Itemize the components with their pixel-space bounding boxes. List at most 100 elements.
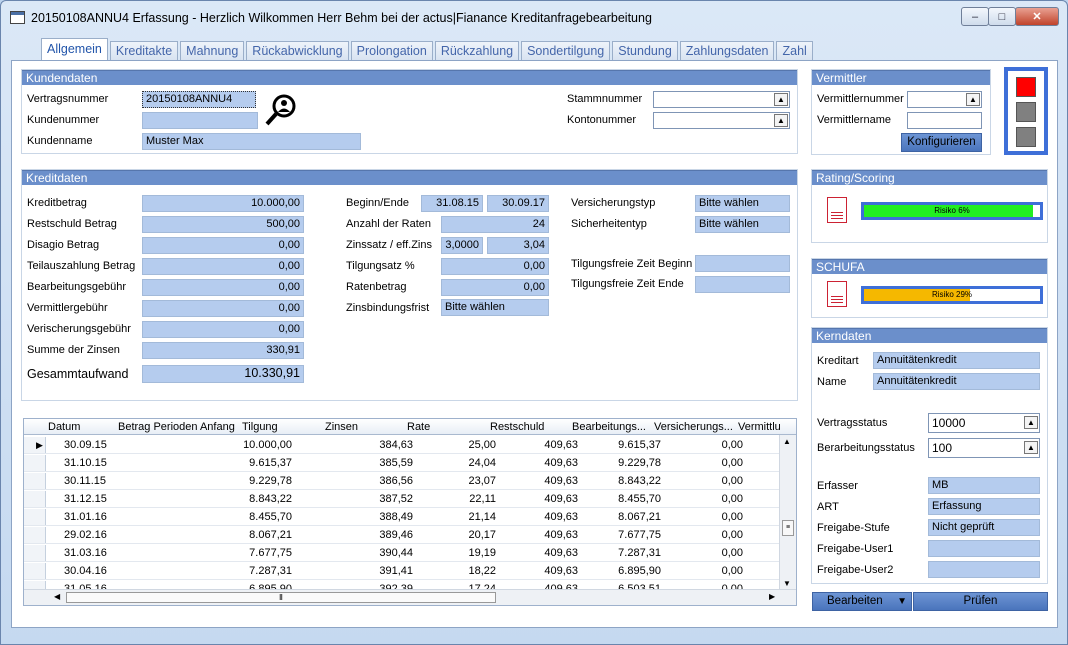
vermittlername-field[interactable] (907, 112, 982, 129)
table-cell: 24,04 (468, 457, 496, 469)
status-square-gray[interactable] (1016, 102, 1036, 122)
kredit-field[interactable]: 330,91 (142, 342, 304, 359)
kredit-field[interactable]: 0,00 (142, 321, 304, 338)
tab-zahlungsdaten[interactable]: Zahlungsdaten (679, 41, 775, 60)
konfigurieren-button[interactable]: Konfigurieren (901, 133, 982, 152)
table-row[interactable]: 31.01.16 8.455,70 388,49 21,14 409,63 8.067,2… (24, 509, 781, 526)
zinssatz-field[interactable]: 3,0000 (441, 237, 483, 254)
table-row[interactable]: 31.12.15 8.843,22 387,52 22,11 409,63 8.455,7… (24, 491, 781, 508)
grid-column-header[interactable]: Vermittlu (738, 421, 780, 433)
stammnummer-field[interactable]: ▲ (653, 91, 790, 108)
sicherheitentyp-select[interactable]: Bitte wählen (695, 216, 790, 233)
erfasser-field[interactable]: MB (928, 477, 1040, 494)
kontonummer-field[interactable]: ▲ (653, 112, 790, 129)
vermittlernummer-label: Vermittlernummer (817, 93, 904, 105)
scroll-thumb[interactable]: ≡ (782, 520, 794, 536)
freigabe-user1-field[interactable] (928, 540, 1040, 557)
grid-column-header[interactable]: Bearbeitungs... (572, 421, 652, 433)
status-square-gray[interactable] (1016, 127, 1036, 147)
kredit-field[interactable]: 10.000,00 (142, 195, 304, 212)
tab-kreditakte[interactable]: Kreditakte (109, 41, 179, 60)
art-field[interactable]: Erfassung (928, 498, 1040, 515)
kreditart-field[interactable]: Annuitätenkredit (873, 352, 1040, 369)
freigabe-stufe-field[interactable]: Nicht geprüft (928, 519, 1040, 536)
freigabe-user1-label: Freigabe-User1 (817, 543, 894, 555)
grid-column-header[interactable]: Zinsen (325, 421, 405, 433)
grid-column-header[interactable]: Datum (48, 421, 116, 433)
grid-column-header[interactable]: Tilgung (242, 421, 322, 433)
up-arrow-icon[interactable]: ▲ (966, 93, 980, 106)
vertragsnummer-field[interactable]: 20150108ANNU4 (142, 91, 256, 108)
table-row[interactable]: 30.11.15 9.229,78 386,56 23,07 409,63 8.843,2… (24, 473, 781, 490)
tab-prolongation[interactable]: Prolongation (350, 41, 433, 60)
pruefen-button[interactable]: Prüfen (913, 592, 1048, 611)
tab-rückzahlung[interactable]: Rückzahlung (434, 41, 520, 60)
table-row[interactable]: 31.03.16 7.677,75 390,44 19,19 409,63 7.287,3… (24, 545, 781, 562)
scroll-thumb[interactable]: Ⅱ (66, 592, 496, 603)
tfz-ende-field[interactable] (695, 276, 790, 293)
tfz-beginn-field[interactable] (695, 255, 790, 272)
horizontal-scrollbar[interactable]: ◀ Ⅱ ▶ (24, 589, 796, 605)
customer-search-icon[interactable] (265, 93, 299, 127)
table-row[interactable]: 31.10.15 9.615,37 385,59 24,04 409,63 9.229,7… (24, 455, 781, 472)
name-field[interactable]: Annuitätenkredit (873, 373, 1040, 390)
title-bar: 20150108ANNU4 Erfassung - Herzlich Wilko… (1, 1, 1067, 35)
bearbeitungsstatus-field[interactable]: 100 ▲ (928, 438, 1040, 458)
tab-zahl[interactable]: Zahl (776, 41, 813, 60)
grid-column-header[interactable]: Rate (407, 421, 487, 433)
table-cell: 10.000,00 (243, 439, 292, 451)
kredit-field[interactable]: 500,00 (142, 216, 304, 233)
document-icon[interactable] (827, 281, 847, 307)
document-icon[interactable] (827, 197, 847, 223)
status-square-red[interactable] (1016, 77, 1036, 97)
tilgungsatz-field[interactable]: 0,00 (441, 258, 549, 275)
table-row[interactable]: 29.02.16 8.067,21 389,46 20,17 409,63 7.677,7… (24, 527, 781, 544)
minimize-icon[interactable]: – (961, 7, 989, 26)
maximize-icon[interactable]: □ (988, 7, 1016, 26)
scroll-left-icon[interactable]: ◀ (54, 592, 60, 601)
gesamtaufwand-field[interactable]: 10.330,91 (142, 365, 304, 383)
scroll-down-icon[interactable]: ▼ (783, 579, 791, 588)
vertical-scrollbar[interactable]: ▲ ≡ ▼ (779, 435, 796, 590)
scroll-up-icon[interactable]: ▲ (783, 437, 791, 446)
raten-field[interactable]: 24 (441, 216, 549, 233)
grid-column-header[interactable]: Versicherungs... (654, 421, 736, 433)
tab-rückabwicklung[interactable]: Rückabwicklung (246, 41, 349, 60)
close-icon[interactable]: ✕ (1015, 7, 1059, 26)
versicherungstyp-select[interactable]: Bitte wählen (695, 195, 790, 212)
kundenname-field[interactable]: Muster Max (142, 133, 361, 150)
tab-sondertilgung[interactable]: Sondertilgung (521, 41, 611, 60)
table-row[interactable]: 30.04.16 7.287,31 391,41 18,22 409,63 6.895,9… (24, 563, 781, 580)
tab-allgemein[interactable]: Allgemein (41, 38, 108, 60)
kredit-field[interactable]: 0,00 (142, 300, 304, 317)
tab-stundung[interactable]: Stundung (612, 41, 678, 60)
beginn-field[interactable]: 31.08.15 (421, 195, 483, 212)
up-arrow-icon[interactable]: ▲ (1024, 416, 1038, 429)
grid-column-header[interactable]: Betrag Perioden Anfang (118, 421, 240, 433)
effzins-field[interactable]: 3,04 (487, 237, 549, 254)
table-row[interactable]: 30.09.15 10.000,00 384,63 25,00 409,63 9.615,… (24, 437, 781, 454)
bearbeiten-button[interactable]: Bearbeiten ▼ (812, 592, 912, 611)
up-arrow-icon[interactable]: ▲ (774, 114, 788, 127)
grid-column-header[interactable]: Restschuld (490, 421, 570, 433)
kredit-field[interactable]: 0,00 (142, 237, 304, 254)
kundennummer-field[interactable] (142, 112, 258, 129)
vertragsstatus-field[interactable]: 10000 ▲ (928, 413, 1040, 433)
bearbeiten-label: Bearbeiten (827, 595, 883, 607)
ende-field[interactable]: 30.09.17 (487, 195, 549, 212)
freigabe-user2-field[interactable] (928, 561, 1040, 578)
table-cell: 8.067,21 (249, 529, 292, 541)
vermittlernummer-field[interactable]: ▲ (907, 91, 982, 108)
kredit-field[interactable]: 0,00 (142, 258, 304, 275)
chevron-down-icon[interactable]: ▼ (897, 593, 907, 610)
kredit-field[interactable]: 0,00 (142, 279, 304, 296)
ratenbetrag-field[interactable]: 0,00 (441, 279, 549, 296)
up-arrow-icon[interactable]: ▲ (774, 93, 788, 106)
gesamtaufwand-label: Gesammtaufwand (27, 367, 129, 381)
payment-schedule-grid[interactable]: Datum Betrag Perioden Anfang Tilgung Zinsen… (23, 418, 797, 606)
up-arrow-icon[interactable]: ▲ (1024, 441, 1038, 454)
scroll-right-icon[interactable]: ▶ (769, 592, 775, 601)
zinsbindungsfrist-select[interactable]: Bitte wählen (441, 299, 549, 316)
table-cell: 409,63 (544, 493, 578, 505)
tab-mahnung[interactable]: Mahnung (180, 41, 245, 60)
